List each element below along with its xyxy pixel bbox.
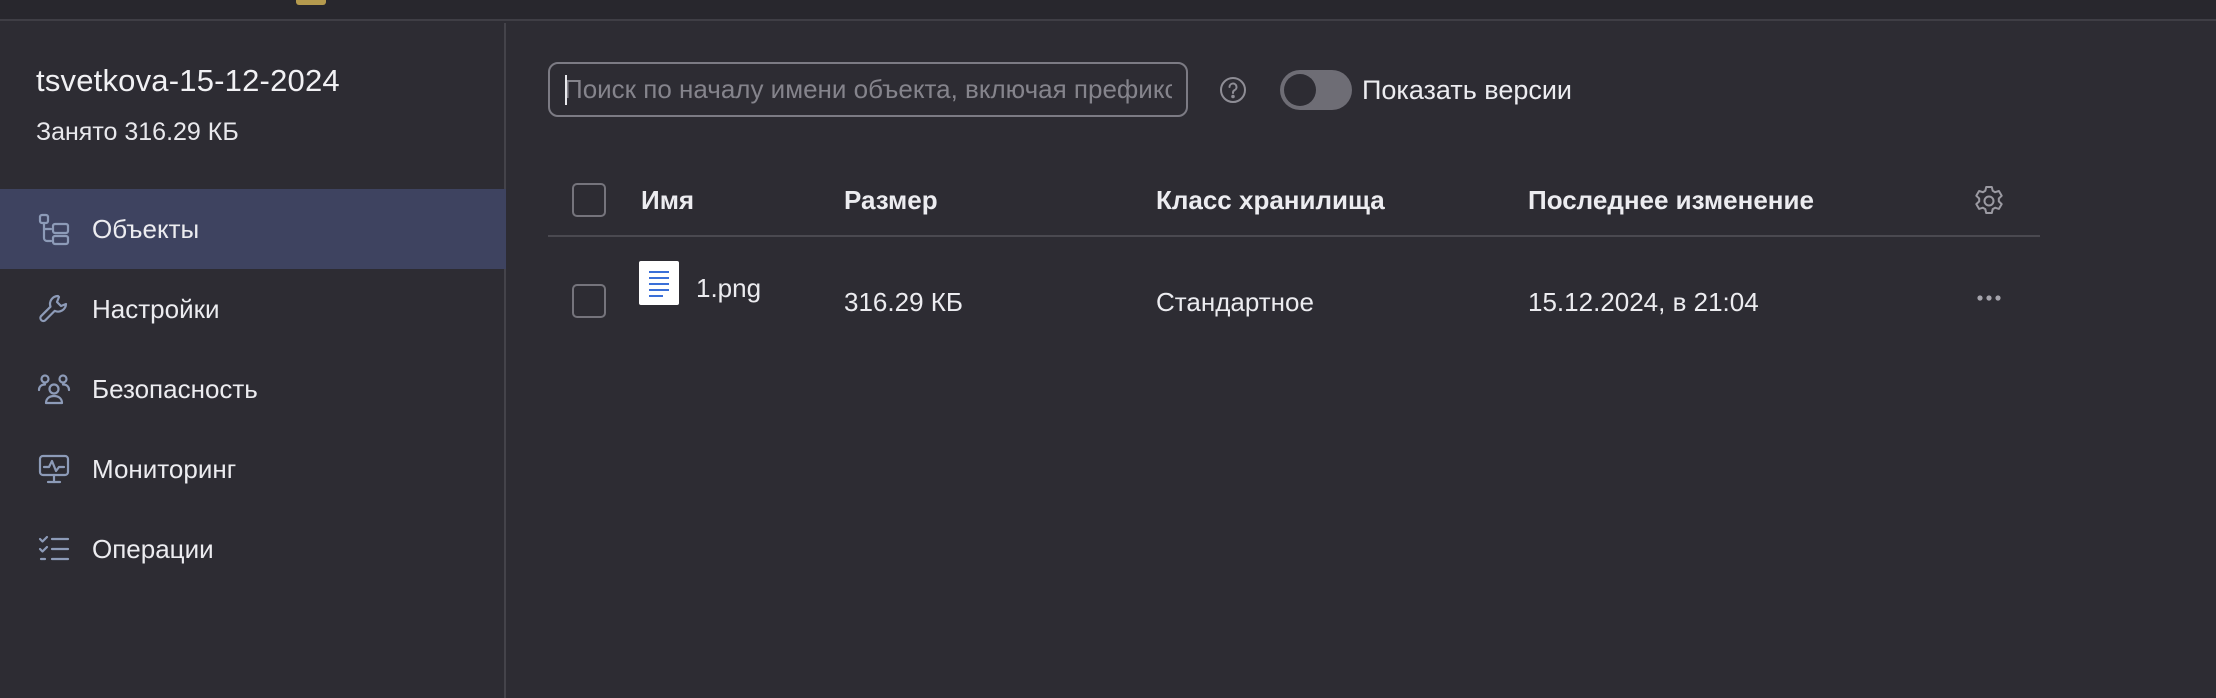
question-circle-icon[interactable]: [1218, 75, 1248, 105]
column-header-size[interactable]: Размер: [844, 185, 938, 216]
sidebar-item-label: Операции: [92, 533, 214, 564]
objects-tree-icon: [36, 211, 72, 247]
top-bar: [0, 0, 2216, 21]
bucket-usage: Занято 316.29 КБ: [36, 118, 239, 146]
row-checkbox[interactable]: [572, 284, 606, 318]
sidebar-item-settings[interactable]: Настройки: [0, 269, 506, 349]
show-versions-label: Показать версии: [1362, 75, 1573, 105]
sidebar-item-label: Мониторинг: [92, 453, 237, 484]
select-all-checkbox[interactable]: [572, 183, 606, 217]
sidebar-item-objects[interactable]: Объекты: [0, 189, 506, 269]
search-input[interactable]: [548, 62, 1188, 117]
cell-size: 316.29 КБ: [844, 287, 963, 317]
sidebar-item-label: Настройки: [92, 293, 220, 324]
sidebar-item-label: Объекты: [92, 213, 200, 244]
checklist-icon: [36, 531, 72, 567]
column-header-storage-class[interactable]: Класс хранилища: [1156, 185, 1385, 216]
file-document-icon: [639, 261, 679, 305]
sidebar-item-operations[interactable]: Операции: [0, 509, 506, 589]
gear-icon[interactable]: [1972, 184, 2006, 218]
column-header-modified[interactable]: Последнее изменение: [1528, 185, 1814, 216]
tab-marker: [296, 0, 326, 5]
table-header: Имя Размер Класс хранилища Последнее изм…: [548, 163, 2040, 237]
table-row[interactable]: 1.png 316.29 КБ Стандартное 15.12.2024, …: [548, 237, 2040, 345]
bucket-name: tsvetkova-15-12-2024: [36, 63, 340, 98]
text-caret: [565, 75, 567, 105]
sidebar-nav: Объекты Настройки Безопасность Мониторин…: [0, 189, 506, 589]
main-panel: Показать версии Имя Размер Класс хранили…: [508, 23, 2216, 698]
column-header-name[interactable]: Имя: [641, 185, 694, 216]
file-name-link[interactable]: 1.png: [696, 273, 761, 304]
sidebar: tsvetkova-15-12-2024 Занято 316.29 КБ Об…: [0, 23, 506, 698]
monitor-chart-icon: [36, 451, 72, 487]
toggle-knob: [1284, 74, 1316, 106]
show-versions-toggle[interactable]: [1280, 70, 1352, 110]
sidebar-item-security[interactable]: Безопасность: [0, 349, 506, 429]
wrench-icon: [36, 291, 72, 327]
more-actions-icon[interactable]: [1972, 291, 2006, 303]
objects-table: Имя Размер Класс хранилища Последнее изм…: [548, 163, 2040, 345]
users-group-icon: [36, 371, 72, 407]
sidebar-item-monitoring[interactable]: Мониторинг: [0, 429, 506, 509]
cell-storage-class: Стандартное: [1156, 287, 1314, 317]
sidebar-item-label: Безопасность: [92, 373, 258, 404]
cell-modified: 15.12.2024, в 21:04: [1528, 287, 1759, 317]
